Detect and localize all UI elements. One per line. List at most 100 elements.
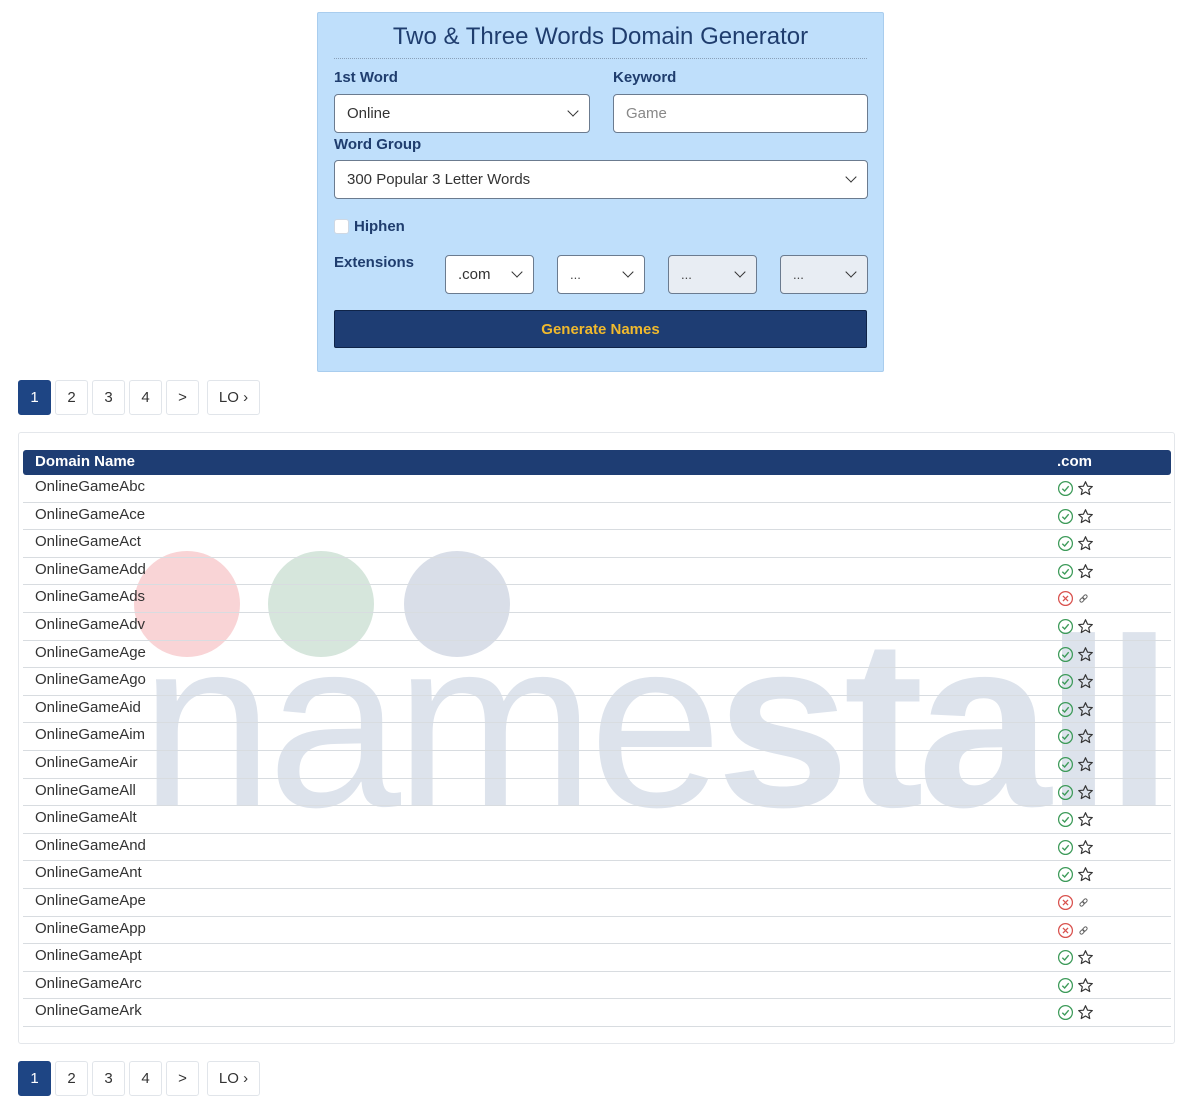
hiphen-checkbox[interactable] [334,219,349,234]
table-row: OnlineGameAdv [23,613,1171,641]
table-row: OnlineGameAlt [23,806,1171,834]
word-group-label: Word Group [334,136,422,153]
star-icon[interactable] [1077,535,1094,552]
availability-cell [1057,508,1094,525]
page-3-button[interactable]: 3 [92,1061,125,1096]
extension-select-1[interactable]: .com [445,255,534,294]
link-icon[interactable] [1077,924,1090,937]
table-row: OnlineGameAdd [23,558,1171,586]
link-icon[interactable] [1077,592,1090,605]
star-icon[interactable] [1077,646,1094,663]
first-word-value: Online [347,105,391,122]
domain-name: OnlineGameAid [35,698,141,716]
table-row: OnlineGameAce [23,503,1171,531]
table-row: OnlineGameAct [23,530,1171,558]
star-icon[interactable] [1077,618,1094,635]
check-circle-icon [1057,701,1074,717]
table-row: OnlineGameApt [23,944,1171,972]
table-row: OnlineGameAnd [23,834,1171,862]
star-icon[interactable] [1077,784,1094,801]
chevron-down-icon [734,266,746,278]
page-2-button[interactable]: 2 [55,1061,88,1096]
availability-cell [1057,756,1094,773]
extension-value: ... [681,267,692,282]
table-header: Domain Name .com [23,450,1171,475]
chevron-down-icon [845,266,857,278]
availability-cell [1057,618,1094,635]
extension-select-2[interactable]: ... [557,255,645,294]
availability-cell [1057,646,1094,663]
table-row: OnlineGameAge [23,641,1171,669]
star-icon[interactable] [1077,728,1094,745]
table-row: OnlineGameAgo [23,668,1171,696]
star-icon[interactable] [1077,673,1094,690]
chevron-down-icon [567,105,579,117]
last-page-button[interactable]: LO › [207,380,260,415]
table-row: OnlineGameAnt [23,861,1171,889]
check-circle-icon [1057,977,1074,993]
word-group-select[interactable]: 300 Popular 3 Letter Words [334,160,868,199]
star-icon[interactable] [1077,839,1094,856]
page-3-button[interactable]: 3 [92,380,125,415]
domain-name: OnlineGameAct [35,533,141,551]
last-page-button[interactable]: LO › [207,1061,260,1096]
page-1-button[interactable]: 1 [18,380,51,415]
availability-cell [1057,977,1094,994]
next-page-button[interactable]: > [166,1061,199,1096]
domain-name: OnlineGameAim [35,726,146,744]
star-icon[interactable] [1077,563,1094,580]
domain-name: OnlineGameApp [35,919,146,937]
check-circle-icon [1057,812,1074,828]
availability-cell [1057,673,1094,690]
chevron-down-icon [845,171,857,183]
extension-value: ... [793,267,804,282]
check-circle-icon [1057,508,1074,524]
domain-name: OnlineGameApt [35,947,142,965]
x-circle-icon [1057,591,1074,607]
hiphen-label: Hiphen [354,218,405,235]
availability-cell [1057,866,1094,883]
star-icon[interactable] [1077,866,1094,883]
keyword-placeholder: Game [626,105,667,122]
first-word-select[interactable]: Online [334,94,590,133]
pagination-top: 1 2 3 4 > LO › [18,380,260,415]
domain-name: OnlineGameArc [35,974,142,992]
chevron-down-icon [511,266,523,278]
availability-cell [1057,784,1094,801]
extension-select-3[interactable]: ... [668,255,757,294]
star-icon[interactable] [1077,977,1094,994]
domain-name: OnlineGameAbc [35,478,146,495]
x-circle-icon [1057,894,1074,910]
column-header-com: .com [1057,453,1093,470]
keyword-input[interactable]: Game [613,94,868,133]
results-table: Domain Name .com OnlineGameAbc OnlineGame… [18,432,1175,1044]
page-4-button[interactable]: 4 [129,1061,162,1096]
check-circle-icon [1057,839,1074,855]
page-1-button[interactable]: 1 [18,1061,51,1096]
star-icon[interactable] [1077,811,1094,828]
star-icon[interactable] [1077,1004,1094,1021]
star-icon[interactable] [1077,949,1094,966]
domain-name: OnlineGameAll [35,781,136,799]
table-row: OnlineGameApe [23,889,1171,917]
generate-names-button[interactable]: Generate Names [334,310,867,348]
star-icon[interactable] [1077,701,1094,718]
first-word-label: 1st Word [334,69,398,86]
check-circle-icon [1057,867,1074,883]
domain-name: OnlineGameAlt [35,809,137,827]
extensions-label: Extensions [334,254,415,271]
check-circle-icon [1057,784,1074,800]
page-4-button[interactable]: 4 [129,380,162,415]
link-icon[interactable] [1077,896,1090,909]
availability-cell [1057,922,1090,939]
table-row: OnlineGameAim [23,723,1171,751]
extension-select-4[interactable]: ... [780,255,868,294]
page-2-button[interactable]: 2 [55,380,88,415]
next-page-button[interactable]: > [166,380,199,415]
star-icon[interactable] [1077,756,1094,773]
domain-name: OnlineGameArk [35,1002,142,1020]
check-circle-icon [1057,536,1074,552]
star-icon[interactable] [1077,508,1094,525]
availability-cell [1057,701,1094,718]
star-icon[interactable] [1077,480,1094,497]
